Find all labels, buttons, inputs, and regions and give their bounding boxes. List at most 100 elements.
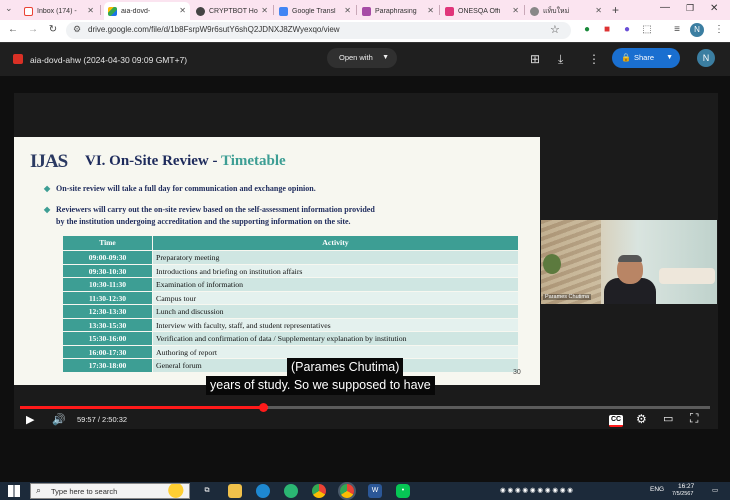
- play-icon[interactable]: ▶: [26, 413, 34, 427]
- tab-new[interactable]: แท็บใหม่ ✕: [526, 2, 606, 20]
- edge-icon[interactable]: [256, 484, 270, 498]
- new-tab-button[interactable]: +: [612, 3, 619, 17]
- extension-icon[interactable]: ●: [580, 23, 594, 37]
- time-cell: 17:30-18:00: [63, 358, 152, 372]
- close-window-icon[interactable]: ✕: [710, 3, 718, 14]
- tab-label: Google Transl: [292, 7, 336, 15]
- tab-gmail[interactable]: Inbox (174) - ✕: [20, 2, 98, 20]
- tab-translate[interactable]: Google Transl ✕: [275, 2, 355, 20]
- close-icon[interactable]: ✕: [344, 6, 351, 15]
- url-text: drive.google.com/file/d/1b8FsrpW9r6sutY6…: [88, 25, 340, 34]
- language-indicator[interactable]: ENG: [650, 486, 664, 493]
- theater-mode-icon[interactable]: ▭: [663, 412, 673, 426]
- browser-toolbar: ← → ↻ ⚙ drive.google.com/file/d/1b8FsrpW…: [0, 20, 730, 42]
- bullet-icon: ◆: [44, 184, 51, 193]
- duck-icon: [159, 484, 187, 498]
- close-icon[interactable]: ✕: [512, 6, 519, 15]
- table-header-row: Time Activity: [63, 236, 518, 250]
- profile-avatar[interactable]: N: [690, 23, 704, 37]
- close-icon[interactable]: ✕: [261, 6, 268, 15]
- captions-button[interactable]: CC: [609, 415, 624, 427]
- lock-icon: 🔒: [621, 53, 631, 62]
- site-info-icon[interactable]: ⚙: [73, 24, 81, 35]
- extensions-puzzle-icon[interactable]: ⬚: [640, 23, 654, 37]
- translate-icon: [279, 6, 288, 16]
- video-file-icon: [13, 54, 23, 64]
- scrubber-handle[interactable]: [258, 403, 268, 412]
- settings-gear-icon[interactable]: ⚙: [636, 412, 647, 426]
- download-icon[interactable]: ⤓: [558, 52, 563, 67]
- notification-icon[interactable]: ▭: [712, 486, 718, 494]
- time-cell: 09:00-09:30: [63, 250, 152, 264]
- table-row: 10:30-11:30 Examination of information: [63, 277, 518, 291]
- restore-icon[interactable]: ❐: [686, 3, 694, 14]
- tab-cryptbot[interactable]: CRYPTBOT Ho ✕: [192, 2, 272, 20]
- chatgpt-icon: [196, 6, 205, 16]
- close-icon[interactable]: ✕: [87, 6, 94, 15]
- table-row: 15:30-16:00 Verification and confirmation…: [63, 331, 518, 345]
- reload-icon[interactable]: ↻: [46, 23, 60, 37]
- tray-icons[interactable]: ◉ ◉ ◉ ◉ ◉ ◉ ◉ ◉ ◉ ◉: [500, 486, 573, 494]
- quillbot-icon: [362, 6, 371, 16]
- fullscreen-icon[interactable]: ⛶: [690, 411, 698, 425]
- slide-title-accent: Timetable: [220, 153, 286, 169]
- time-display: 59:57 / 2:50:32: [77, 415, 128, 424]
- activity-cell: Interview with faculty, staff, and stude…: [153, 317, 518, 331]
- time-cell: 15:30-16:00: [63, 331, 152, 345]
- activity-cell: Verification and confirmation of data / …: [153, 331, 518, 345]
- windows-start-icon[interactable]: [8, 485, 20, 497]
- add-shortcut-icon[interactable]: ⊞: [530, 52, 540, 66]
- minimize-icon[interactable]: —: [660, 2, 670, 13]
- tab-onesqa[interactable]: ONESQA Offi ✕: [441, 2, 523, 20]
- forward-icon[interactable]: →: [26, 23, 40, 37]
- word-icon[interactable]: W: [368, 484, 382, 498]
- account-avatar[interactable]: N: [697, 49, 715, 67]
- slide-page-number: 30: [513, 369, 521, 376]
- extension-icon[interactable]: ■: [600, 23, 614, 37]
- taskbar-search[interactable]: ⌕ Type here to search: [30, 483, 190, 499]
- file-explorer-icon[interactable]: [228, 484, 242, 498]
- reading-list-icon[interactable]: ≡: [670, 23, 684, 37]
- tab-paraphrasing[interactable]: Paraphrasing ✕: [358, 2, 438, 20]
- browser-menu-icon[interactable]: ⋮: [712, 23, 726, 37]
- line-icon[interactable]: •: [396, 484, 410, 498]
- ijas-logo: IJAS: [30, 151, 68, 172]
- bullet-text: Reviewers will carry out the on-site rev…: [56, 205, 375, 214]
- tab-drive[interactable]: aia-dovd- ✕: [104, 2, 190, 20]
- open-with-button[interactable]: Open with ▼: [327, 48, 397, 68]
- tab-strip: Inbox (174) - ✕ aia-dovd- ✕ CRYPTBOT Ho …: [0, 0, 730, 20]
- onesqa-icon: [445, 6, 454, 16]
- close-icon[interactable]: ✕: [179, 6, 186, 15]
- drive-icon: [108, 6, 117, 16]
- chrome-menu-icon[interactable]: ⌄: [5, 3, 13, 14]
- bookmark-star-icon[interactable]: ☆: [550, 23, 560, 36]
- share-button[interactable]: 🔒 Share ▼: [612, 48, 680, 68]
- table-row: 13:30-15:30 Interview with faculty, staff…: [63, 317, 518, 331]
- task-view-icon[interactable]: ⧉: [200, 484, 214, 498]
- sofa: [659, 268, 715, 284]
- clock-time[interactable]: 16:27: [678, 483, 694, 490]
- search-placeholder: Type here to search: [51, 487, 118, 496]
- more-actions-icon[interactable]: ⋮: [588, 52, 600, 66]
- activity-cell: Campus tour: [153, 290, 518, 304]
- table-row: 16:00-17:30 Authoring of report: [63, 344, 518, 358]
- clock-date[interactable]: 7/5/2567: [672, 491, 693, 497]
- bullet-icon: ◆: [44, 205, 51, 214]
- close-icon[interactable]: ✕: [427, 6, 434, 15]
- back-icon[interactable]: ←: [6, 23, 20, 37]
- chrome-icon: [530, 6, 539, 16]
- chevron-down-icon[interactable]: ▼: [666, 48, 673, 68]
- progress-bar[interactable]: [20, 403, 710, 412]
- address-bar[interactable]: ⚙ drive.google.com/file/d/1b8FsrpW9r6sut…: [66, 22, 571, 39]
- caption-line: (Parames Chutima): [287, 358, 404, 377]
- time-cell: 16:00-17:30: [63, 344, 152, 358]
- volume-icon[interactable]: 🔊: [52, 413, 66, 427]
- chrome-active-icon[interactable]: [340, 484, 354, 498]
- table-row: 09:30-10:30 Introductions and briefing on…: [63, 263, 518, 277]
- close-icon[interactable]: ✕: [595, 6, 602, 15]
- chrome-taskbar-icon[interactable]: [312, 484, 326, 498]
- windows-taskbar: ⌕ Type here to search ⧉ W • ◉ ◉ ◉ ◉ ◉ ◉ …: [0, 482, 730, 500]
- extension-icon[interactable]: ●: [620, 23, 634, 37]
- edge-alt-icon[interactable]: [284, 484, 298, 498]
- time-header: Time: [63, 236, 152, 250]
